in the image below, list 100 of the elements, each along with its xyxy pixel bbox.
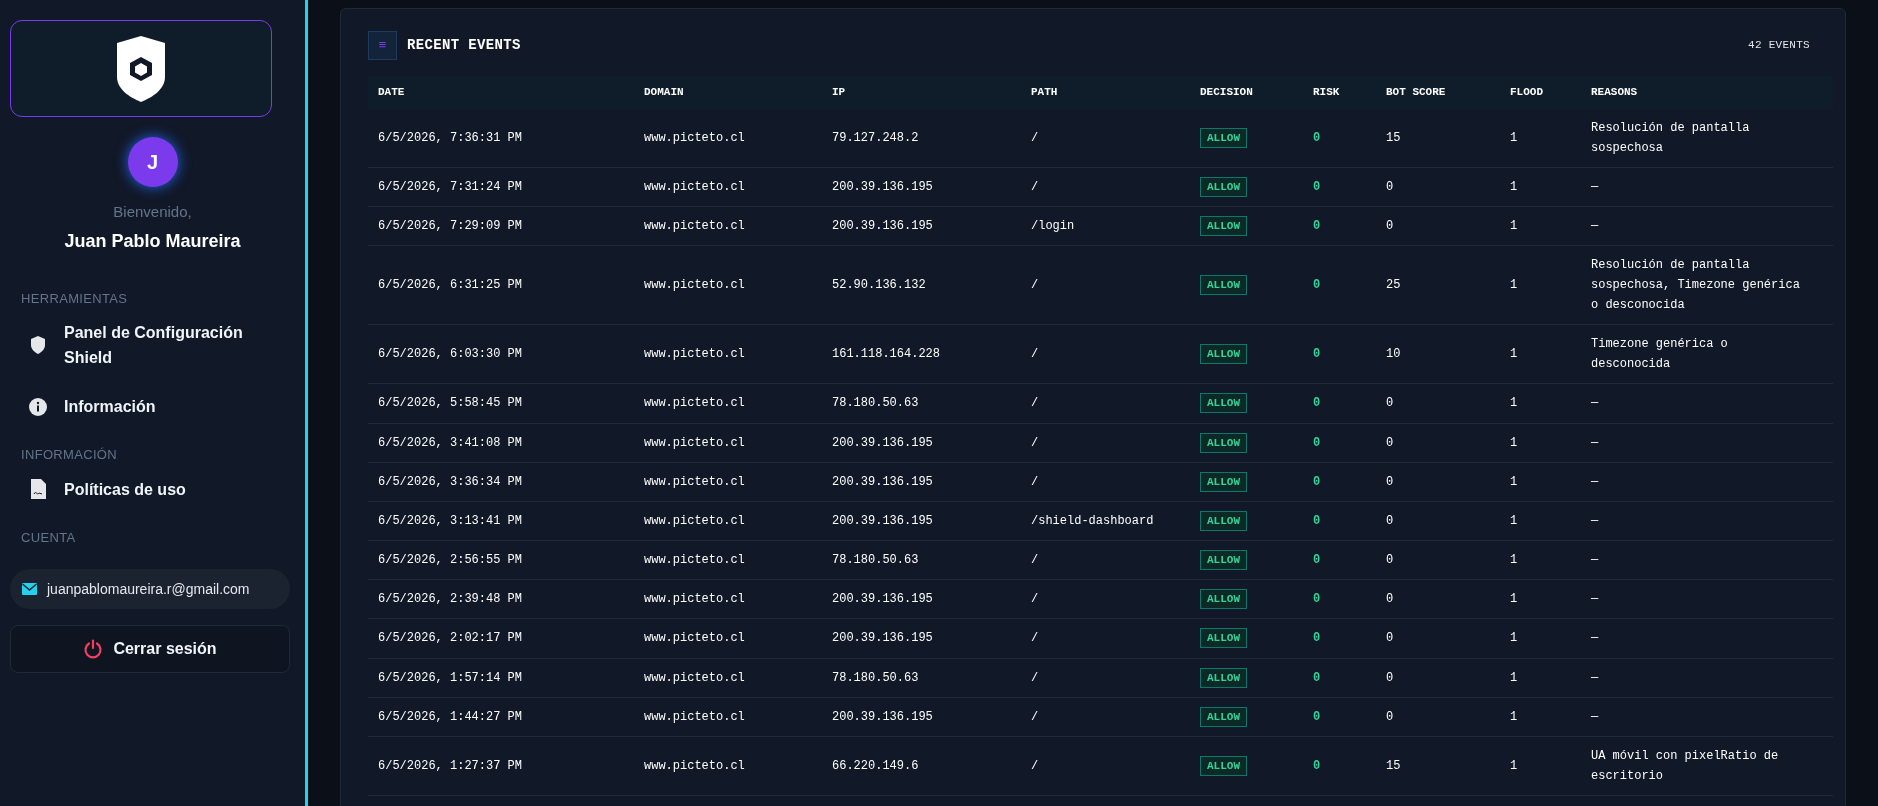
welcome-text: Bienvenido, [113, 202, 192, 222]
table-cell: 200.39.136.195 [822, 501, 1021, 541]
table-cell: — [1581, 462, 1833, 502]
table-cell: / [1021, 324, 1190, 384]
info-icon [28, 396, 48, 417]
table-cell: 0 [1376, 501, 1500, 541]
email-pill: juanpablomaureira.r@gmail.com [10, 569, 290, 609]
table-cell: — [1581, 540, 1833, 580]
table-cell: www.picteto.cl [634, 245, 822, 325]
table-cell: 200.39.136.195 [822, 206, 1021, 246]
decision-badge: ALLOW [1200, 127, 1247, 148]
table-cell: 6/5/2026, 2:56:55 PM [368, 540, 634, 580]
decision-badge: ALLOW [1200, 628, 1247, 649]
user-name: Juan Pablo Maureira [64, 229, 241, 253]
table-cell: www.picteto.cl [634, 383, 822, 423]
table-cell: 1 [1500, 167, 1581, 207]
table-cell: 1 [1500, 462, 1581, 502]
table-cell: 6/5/2026, 2:39:48 PM [368, 579, 634, 619]
table-cell: Resolución de pantalla sospechosa, Timezone genérica o desconocida [1581, 245, 1833, 325]
table-cell: / [1021, 109, 1190, 168]
column-header: BOT SCORE [1376, 76, 1500, 109]
table-cell: 6/5/2026, 5:58:45 PM [368, 383, 634, 423]
table-cell: www.picteto.cl [634, 540, 822, 580]
logout-button[interactable]: Cerrar sesión [10, 625, 290, 673]
table-cell: 1 [1500, 423, 1581, 463]
table-cell: 1 [1500, 383, 1581, 423]
table-cell: www.picteto.cl [634, 736, 822, 796]
table-cell: 6/5/2026, 7:36:31 PM [368, 109, 634, 168]
column-header: IP [822, 76, 1021, 109]
table-cell: 1 [1500, 206, 1581, 246]
table-cell: / [1021, 618, 1190, 659]
table-cell: /shield-dashboard [1021, 501, 1190, 541]
table-cell: 25 [1376, 245, 1500, 325]
table-cell: / [1021, 736, 1190, 796]
table-cell: 78.180.50.63 [822, 658, 1021, 698]
table-cell: 6/5/2026, 6:03:30 PM [368, 324, 634, 384]
table-cell: 6/5/2026, 3:36:34 PM [368, 462, 634, 502]
table-cell: 0 [1376, 658, 1500, 698]
risk-value: 0 [1303, 579, 1376, 619]
table-cell: 6/5/2026, 1:44:27 PM [368, 697, 634, 737]
table-cell: /login [1021, 206, 1190, 246]
table-cell: 1 [1500, 658, 1581, 698]
risk-value: 0 [1303, 423, 1376, 463]
decision-badge: ALLOW [1200, 510, 1247, 531]
table-cell: — [1581, 697, 1833, 737]
table-cell: www.picteto.cl [634, 167, 822, 207]
table-cell: 200.39.136.195 [822, 618, 1021, 659]
risk-value: 0 [1303, 109, 1376, 168]
decision-badge: ALLOW [1200, 432, 1247, 453]
table-cell: 1 [1500, 736, 1581, 796]
nav-item[interactable]: Panel de Configuración Shield [10, 308, 295, 382]
table-cell: 79.127.248.2 [822, 109, 1021, 168]
table-cell: www.picteto.cl [634, 658, 822, 698]
table-cell: / [1021, 540, 1190, 580]
table-cell: 6/5/2026, 1:57:14 PM [368, 658, 634, 698]
decision-badge: ALLOW [1200, 216, 1247, 237]
decision-badge: ALLOW [1200, 177, 1247, 197]
table-cell: 1 [1500, 245, 1581, 325]
table-cell: 200.39.136.195 [822, 462, 1021, 502]
table-cell: / [1021, 245, 1190, 325]
decision-badge: ALLOW [1200, 550, 1247, 571]
table-cell: — [1581, 579, 1833, 619]
table-cell: / [1021, 697, 1190, 737]
decision-badge: ALLOW [1200, 755, 1247, 776]
event-count: 42 EVENTS [1748, 38, 1810, 54]
table-cell: 0 [1376, 579, 1500, 619]
nav-item[interactable]: Información [10, 382, 295, 431]
mail-icon [22, 583, 37, 595]
section-heading: HERRAMIENTAS [20, 289, 129, 308]
table-cell: 200.39.136.195 [822, 167, 1021, 207]
table-cell: www.picteto.cl [634, 501, 822, 541]
decision-badge: ALLOW [1200, 275, 1247, 296]
risk-value: 0 [1303, 245, 1376, 325]
table-cell: 0 [1376, 423, 1500, 463]
table-cell: 6/5/2026, 7:31:24 PM [368, 167, 634, 207]
risk-value: 0 [1303, 324, 1376, 384]
nav-item[interactable]: Políticas de uso [10, 464, 295, 514]
table-cell: Timezone genérica o desconocida [1581, 324, 1833, 384]
table-cell: 78.180.50.63 [822, 540, 1021, 580]
section-title: RECENT EVENTS [407, 36, 521, 55]
decision-badge: ALLOW [1200, 706, 1247, 727]
table-cell: / [1021, 167, 1190, 207]
table-cell: — [1581, 383, 1833, 423]
table-cell: 200.39.136.195 [822, 579, 1021, 619]
table-cell: 66.220.149.6 [822, 736, 1021, 796]
risk-value: 0 [1303, 618, 1376, 659]
table-cell: www.picteto.cl [634, 423, 822, 463]
table-cell: — [1581, 658, 1833, 698]
document-icon [29, 478, 47, 500]
table-cell: / [1021, 579, 1190, 619]
column-header: DATE [368, 76, 634, 109]
table-cell: 0 [1376, 462, 1500, 502]
table-cell: 0 [1376, 697, 1500, 737]
decision-badge: ALLOW [1200, 667, 1247, 688]
table-cell: Resolución de pantalla sospechosa [1581, 109, 1833, 168]
table-cell: www.picteto.cl [634, 462, 822, 502]
table-cell: 1 [1500, 618, 1581, 659]
table-cell: 200.39.136.195 [822, 423, 1021, 463]
section-heading: CUENTA [20, 528, 77, 547]
table-cell: 1 [1500, 579, 1581, 619]
